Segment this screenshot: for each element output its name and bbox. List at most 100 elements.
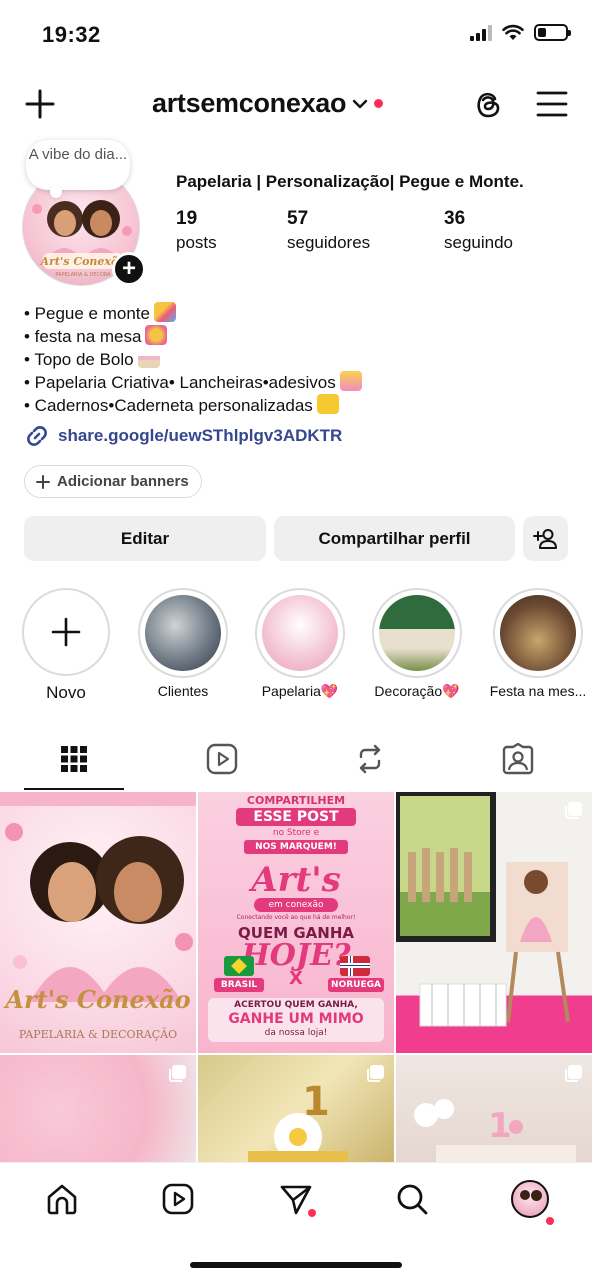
add-story-button[interactable]: +	[112, 252, 146, 286]
highlight-image	[379, 595, 455, 671]
post-text: COMPARTILHEM	[246, 794, 346, 807]
carousel-icon	[169, 1065, 186, 1082]
threads-icon[interactable]	[472, 88, 504, 120]
active-tab-indicator	[24, 788, 124, 790]
post-text: NOS MARQUEM!	[244, 840, 348, 854]
tab-reposts[interactable]	[296, 728, 444, 790]
followers-count: 57	[287, 208, 309, 229]
link-text: share.google/uewSThlplgv3ADKTR	[58, 426, 343, 445]
posts-grid: Art's Conexão PAPELARIA & DECORAÇÃO COMP…	[0, 792, 592, 1162]
posts-count: 19	[176, 208, 198, 229]
post-text: ACERTOU QUEM GANHA,	[234, 1000, 358, 1010]
edit-profile-button[interactable]: Editar	[24, 516, 266, 561]
post-photo: 1	[248, 1079, 348, 1162]
notification-dot	[374, 99, 384, 108]
nav-profile[interactable]	[510, 1179, 554, 1225]
status-icons	[470, 24, 571, 41]
highlight-label: Decoração💖	[374, 683, 460, 699]
bio-link[interactable]: share.google/uewSThlplgv3ADKTR	[24, 423, 342, 449]
nav-reels[interactable]	[158, 1179, 198, 1219]
link-icon	[27, 426, 47, 446]
highlight-label: Festa na mes...	[489, 683, 587, 699]
add-banners-button[interactable]: Adicionar banners	[24, 465, 202, 498]
wifi-icon	[502, 24, 524, 40]
notification-dot	[546, 1217, 554, 1225]
username: artsemconexao	[152, 88, 347, 118]
add-banners-label: Adicionar banners	[57, 473, 189, 490]
share-profile-button[interactable]: Compartilhar perfil	[274, 516, 515, 561]
shopping-bag-icon	[339, 371, 362, 391]
followers-label: seguidores	[287, 233, 371, 252]
highlight-image	[500, 595, 576, 671]
post-thumbnail[interactable]: 1	[396, 1055, 592, 1162]
confetti-ball-icon	[145, 325, 168, 345]
account-switcher[interactable]: artsemconexao	[152, 88, 384, 119]
carousel-icon	[565, 802, 582, 819]
posts-stat[interactable]: 19 posts	[176, 208, 217, 253]
status-bar: 19:32	[0, 0, 592, 70]
chevron-down-icon	[353, 99, 368, 108]
following-label: seguindo	[444, 233, 514, 252]
highlight-ring	[372, 588, 462, 678]
svg-text:PAPELARIA & DECORA: PAPELARIA & DECORA	[55, 272, 111, 278]
bio-line: • Pegue e monte	[24, 302, 572, 325]
highlight-ring	[255, 588, 345, 678]
post-text: no Store e	[272, 828, 320, 838]
post-text: em conexão	[254, 898, 338, 912]
reels-icon	[206, 743, 238, 775]
bio-line: • Cadernos•Caderneta personalizadas	[24, 394, 572, 417]
profile-avatar-small	[511, 1180, 549, 1218]
post-thumbnail[interactable]	[396, 792, 592, 1053]
add-person-icon	[532, 528, 557, 549]
post-text: NORUEGA	[328, 978, 384, 992]
status-time: 19:32	[42, 22, 101, 47]
post-text: da nossa loja!	[264, 1028, 328, 1038]
discover-people-button[interactable]	[523, 516, 568, 561]
profile-tabs	[0, 728, 592, 792]
highlight-ring	[493, 588, 583, 678]
profile-header: artsemconexao	[0, 80, 592, 130]
battery-icon	[534, 24, 571, 41]
reposts-icon	[359, 744, 381, 774]
nav-messages[interactable]	[276, 1179, 316, 1219]
plus-icon	[36, 474, 50, 489]
post-text: ESSE POST	[236, 808, 356, 826]
post-text: GANHE UM MIMO	[228, 1011, 364, 1027]
bottom-navigation	[0, 1162, 592, 1280]
bio-line: • Topo de Bolo	[24, 348, 572, 371]
highlight-decoracao[interactable]: Decoração💖	[371, 588, 463, 700]
tagged-icon	[502, 743, 534, 775]
highlight-papelaria[interactable]: Papelaria💖	[254, 588, 346, 700]
bio: • Pegue e monte • festa na mesa • Topo d…	[24, 302, 572, 417]
nav-home[interactable]	[42, 1179, 82, 1219]
highlight-label: Clientes	[157, 683, 209, 699]
followers-stat[interactable]: 57 seguidores	[287, 208, 370, 253]
post-photo	[396, 792, 570, 1027]
party-popper-icon	[153, 302, 176, 322]
following-stat[interactable]: 36 seguindo	[444, 208, 513, 253]
highlight-clientes[interactable]: Clientes	[137, 588, 229, 699]
svg-text:1: 1	[488, 1106, 512, 1146]
following-count: 36	[444, 208, 466, 229]
note-bubble[interactable]: A vibe do dia...	[26, 140, 130, 198]
post-thumbnail[interactable]: Art's Conexão PAPELARIA & DECORAÇÃO	[0, 792, 196, 1053]
grid-icon	[61, 746, 87, 772]
tab-reels[interactable]	[148, 728, 296, 790]
menu-icon[interactable]	[536, 90, 568, 118]
highlight-new[interactable]: Novo	[20, 588, 112, 703]
tab-tagged[interactable]	[444, 728, 592, 790]
highlight-label: Novo	[46, 683, 86, 702]
post-thumbnail[interactable]	[0, 1055, 196, 1162]
post-photo: 1	[414, 1099, 576, 1162]
plus-icon	[51, 617, 81, 647]
post-text: Conectando você ao que há de melhor!	[236, 914, 356, 921]
highlight-ring	[138, 588, 228, 678]
highlight-image	[145, 595, 221, 671]
highlight-festa[interactable]: Festa na mes...	[488, 588, 588, 699]
create-plus-icon[interactable]	[24, 88, 56, 120]
tab-grid[interactable]	[0, 728, 148, 790]
post-thumbnail[interactable]: COMPARTILHEM ESSE POST no Store e NOS MA…	[198, 792, 394, 1053]
cake-icon	[137, 348, 160, 368]
nav-search[interactable]	[392, 1179, 432, 1219]
post-thumbnail[interactable]: 1	[198, 1055, 394, 1162]
